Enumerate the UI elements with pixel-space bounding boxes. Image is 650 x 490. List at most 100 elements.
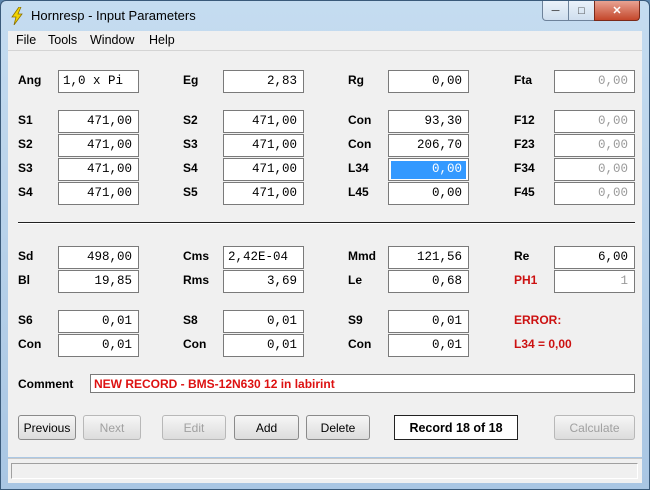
label-rms: Rms bbox=[183, 273, 210, 287]
field-s4[interactable]: 471,00 bbox=[223, 158, 304, 181]
label-ang: Ang bbox=[18, 73, 42, 87]
field-con-3[interactable]: 0,01 bbox=[58, 334, 139, 357]
label-s3: S3 bbox=[183, 137, 198, 151]
field-s3[interactable]: 471,00 bbox=[223, 134, 304, 157]
edit-button[interactable]: Edit bbox=[162, 415, 226, 440]
label-rg: Rg bbox=[348, 73, 364, 87]
label-l34: L34 bbox=[348, 161, 369, 175]
label-eg: Eg bbox=[183, 73, 199, 87]
label-mmd: Mmd bbox=[348, 249, 376, 263]
delete-button[interactable]: Delete bbox=[306, 415, 370, 440]
field-bl[interactable]: 19,85 bbox=[58, 270, 139, 293]
status-panel bbox=[11, 463, 638, 479]
field-le[interactable]: 0,68 bbox=[388, 270, 469, 293]
label-con-1: Con bbox=[348, 113, 372, 127]
field-s2[interactable]: 471,00 bbox=[223, 110, 304, 133]
input-parameters-panel: Ang 1,0 x Pi Eg 2,83 Rg 0,00 Fta 0,00 S1… bbox=[8, 51, 642, 457]
label-bl: Bl bbox=[18, 273, 30, 287]
field-cms[interactable]: 2,42E-04 bbox=[223, 246, 304, 269]
field-s2-left[interactable]: 471,00 bbox=[58, 134, 139, 157]
maximize-button[interactable]: □ bbox=[568, 1, 595, 21]
label-s9: S9 bbox=[348, 313, 363, 327]
field-s5[interactable]: 471,00 bbox=[223, 182, 304, 205]
label-con-4: Con bbox=[183, 337, 207, 351]
field-s9[interactable]: 0,01 bbox=[388, 310, 469, 333]
next-button[interactable]: Next bbox=[83, 415, 141, 440]
field-rg[interactable]: 0,00 bbox=[388, 70, 469, 93]
close-icon: ✕ bbox=[612, 5, 622, 17]
field-s6[interactable]: 0,01 bbox=[58, 310, 139, 333]
field-con-5[interactable]: 0,01 bbox=[388, 334, 469, 357]
minimize-button[interactable]: ─ bbox=[542, 1, 569, 21]
label-s5: S5 bbox=[183, 185, 198, 199]
label-sd: Sd bbox=[18, 249, 34, 263]
field-f34: 0,00 bbox=[554, 158, 635, 181]
title-bar[interactable]: Hornresp - Input Parameters ─ □ ✕ bbox=[1, 1, 649, 31]
minimize-icon: ─ bbox=[551, 4, 560, 17]
menu-tools[interactable]: Tools bbox=[48, 33, 77, 47]
next-button-label: Next bbox=[99, 420, 125, 435]
label-fta: Fta bbox=[514, 73, 532, 87]
menu-window[interactable]: Window bbox=[90, 33, 134, 47]
label-f45: F45 bbox=[514, 185, 535, 199]
field-f23: 0,00 bbox=[554, 134, 635, 157]
field-con-1[interactable]: 93,30 bbox=[388, 110, 469, 133]
app-window: Hornresp - Input Parameters ─ □ ✕ File T… bbox=[0, 0, 650, 490]
field-f12: 0,00 bbox=[554, 110, 635, 133]
label-f34: F34 bbox=[514, 161, 535, 175]
menu-bar: File Tools Window Help bbox=[8, 31, 642, 51]
field-s8[interactable]: 0,01 bbox=[223, 310, 304, 333]
field-mmd[interactable]: 121,56 bbox=[388, 246, 469, 269]
menu-file[interactable]: File bbox=[16, 33, 36, 47]
label-con-5: Con bbox=[348, 337, 372, 351]
lightning-bolt-icon bbox=[11, 7, 23, 25]
field-s3-left[interactable]: 471,00 bbox=[58, 158, 139, 181]
close-button[interactable]: ✕ bbox=[594, 1, 640, 21]
field-l34[interactable]: 0,00 bbox=[388, 158, 469, 181]
error-heading: ERROR: bbox=[514, 313, 562, 327]
label-le: Le bbox=[348, 273, 363, 287]
label-cms: Cms bbox=[183, 249, 210, 263]
record-text: Record 18 of 18 bbox=[409, 420, 503, 435]
comment-field[interactable]: NEW RECORD - BMS-12N630 12 in labirint bbox=[90, 374, 635, 393]
label-con-2: Con bbox=[348, 137, 372, 151]
field-fta: 0,00 bbox=[554, 70, 635, 93]
add-button[interactable]: Add bbox=[234, 415, 299, 440]
field-con-4[interactable]: 0,01 bbox=[223, 334, 304, 357]
error-message: L34 = 0,00 bbox=[514, 337, 572, 351]
field-s4-left[interactable]: 471,00 bbox=[58, 182, 139, 205]
label-s4: S4 bbox=[183, 161, 198, 175]
field-l45[interactable]: 0,00 bbox=[388, 182, 469, 205]
label-s8: S8 bbox=[183, 313, 198, 327]
calculate-button[interactable]: Calculate bbox=[554, 415, 635, 440]
label-ph1: PH1 bbox=[514, 273, 538, 287]
window-title: Hornresp - Input Parameters bbox=[31, 8, 196, 23]
previous-button-label: Previous bbox=[23, 420, 71, 435]
label-f12: F12 bbox=[514, 113, 535, 127]
field-rms[interactable]: 3,69 bbox=[223, 270, 304, 293]
label-f23: F23 bbox=[514, 137, 535, 151]
label-l45: L45 bbox=[348, 185, 369, 199]
label-s2-left: S2 bbox=[18, 137, 33, 151]
delete-button-label: Delete bbox=[320, 420, 356, 435]
field-l34-selected-text: 0,00 bbox=[391, 161, 466, 179]
label-s2: S2 bbox=[183, 113, 198, 127]
field-f45: 0,00 bbox=[554, 182, 635, 205]
status-bar bbox=[8, 458, 642, 483]
field-s1[interactable]: 471,00 bbox=[58, 110, 139, 133]
label-s3-left: S3 bbox=[18, 161, 33, 175]
label-s6: S6 bbox=[18, 313, 33, 327]
label-s4-left: S4 bbox=[18, 185, 33, 199]
field-ang[interactable]: 1,0 x Pi bbox=[58, 70, 139, 93]
menu-help[interactable]: Help bbox=[149, 33, 175, 47]
field-eg[interactable]: 2,83 bbox=[223, 70, 304, 93]
comment-label: Comment bbox=[18, 377, 74, 391]
previous-button[interactable]: Previous bbox=[18, 415, 76, 440]
label-s1: S1 bbox=[18, 113, 33, 127]
field-re[interactable]: 6,00 bbox=[554, 246, 635, 269]
add-button-label: Add bbox=[255, 420, 278, 435]
field-sd[interactable]: 498,00 bbox=[58, 246, 139, 269]
field-con-2[interactable]: 206,70 bbox=[388, 134, 469, 157]
label-con-3: Con bbox=[18, 337, 42, 351]
edit-button-label: Edit bbox=[183, 420, 205, 435]
